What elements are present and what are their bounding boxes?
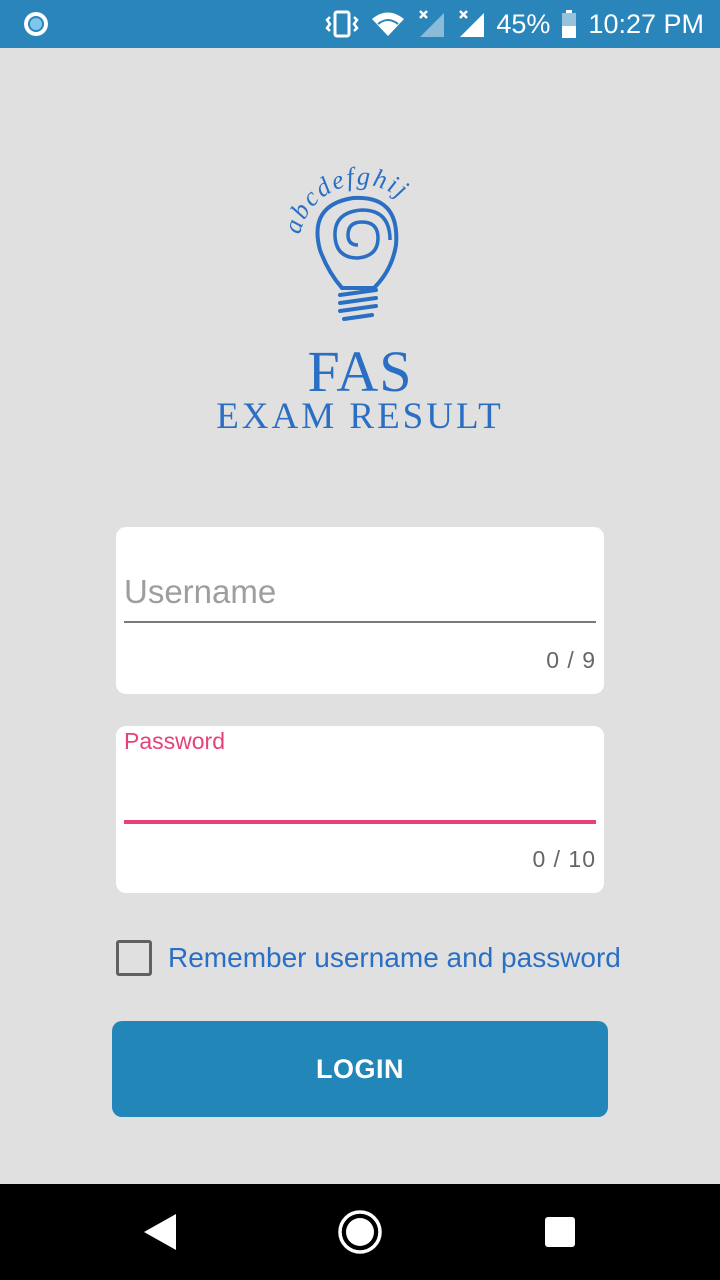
password-label: Password — [124, 728, 225, 754]
home-icon[interactable] — [336, 1208, 384, 1256]
username-counter: 0 / 9 — [546, 647, 596, 673]
back-icon[interactable] — [136, 1208, 184, 1256]
password-counter: 0 / 10 — [532, 846, 596, 872]
status-bar: 45% 10:27 PM — [0, 0, 720, 48]
navigation-bar — [0, 1184, 720, 1280]
lightbulb-logo-icon: abcdefghij — [278, 161, 413, 321]
username-underline — [124, 621, 596, 623]
password-underline — [124, 820, 596, 824]
signal-no-data-icon — [459, 10, 485, 37]
remember-row[interactable]: Remember username and password — [116, 938, 621, 978]
username-field[interactable]: Username 0 / 9 — [116, 527, 604, 694]
remember-label[interactable]: Remember username and password — [168, 942, 621, 974]
battery-icon — [562, 10, 577, 38]
wifi-icon — [372, 12, 405, 36]
remember-checkbox[interactable] — [116, 940, 152, 976]
battery-percent: 45% — [496, 8, 551, 39]
notification-dot-icon — [24, 12, 48, 36]
app-logo: abcdefghij FAS EXAM RESULT — [200, 150, 520, 440]
login-button[interactable]: LOGIN — [112, 1021, 608, 1117]
password-field[interactable]: Password 0 / 10 — [116, 726, 604, 893]
logo-subtitle: EXAM RESULT — [216, 396, 504, 437]
vibrate-icon — [325, 10, 360, 38]
signal-no-data-icon — [419, 10, 445, 37]
recent-apps-icon[interactable] — [536, 1208, 584, 1256]
username-placeholder: Username — [124, 573, 277, 610]
clock: 10:27 PM — [588, 8, 704, 39]
status-icons: 45% 10:27 PM — [324, 0, 704, 48]
